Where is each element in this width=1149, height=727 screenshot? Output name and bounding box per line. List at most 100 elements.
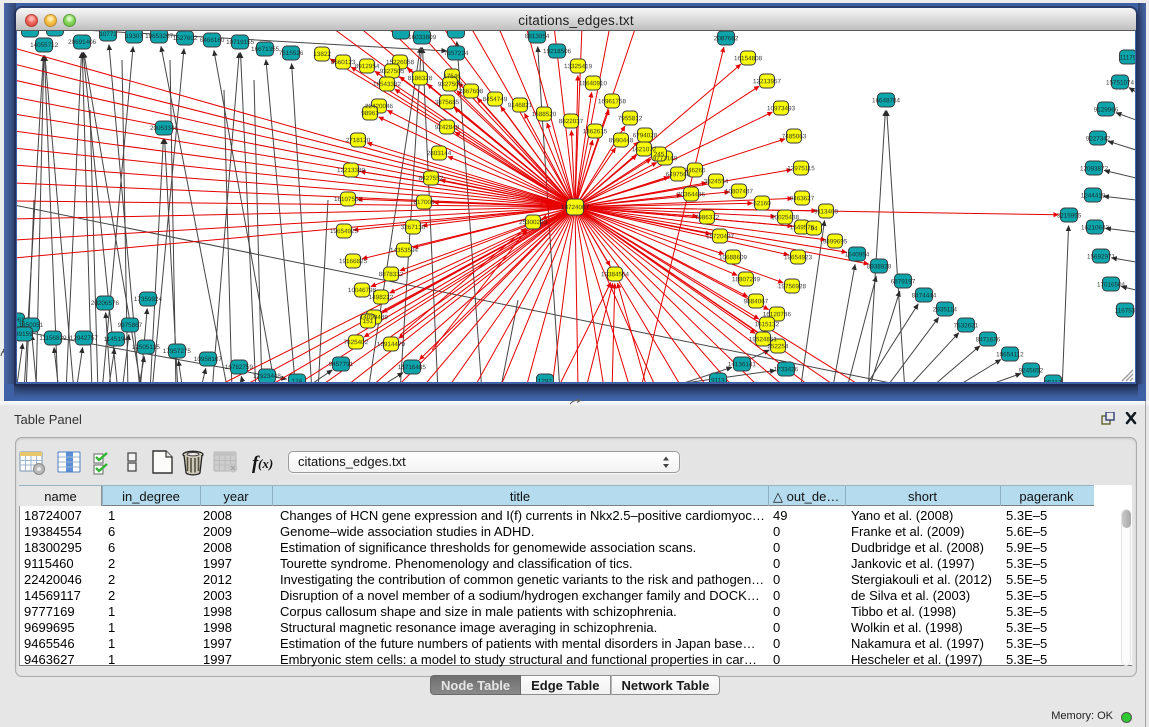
svg-text:116753: 116753 xyxy=(1115,307,1135,314)
svg-text:10653267: 10653267 xyxy=(145,33,174,40)
svg-text:17359924: 17359924 xyxy=(134,296,163,303)
svg-text:13822: 13822 xyxy=(313,51,331,58)
svg-text:7857224: 7857224 xyxy=(444,50,469,57)
svg-text:8660123: 8660123 xyxy=(331,59,356,66)
svg-text:16782759: 16782759 xyxy=(225,364,254,371)
svg-text:9242848: 9242848 xyxy=(435,124,460,131)
svg-text:19654925: 19654925 xyxy=(330,228,359,235)
svg-text:7625402: 7625402 xyxy=(344,339,369,346)
svg-text:2087682: 2087682 xyxy=(714,35,739,42)
svg-text:11175: 11175 xyxy=(1120,54,1135,61)
svg-text:1362615: 1362615 xyxy=(583,128,608,135)
svg-text:8474444: 8474444 xyxy=(912,292,937,299)
svg-text:10025438: 10025438 xyxy=(771,214,800,221)
svg-text:1145194: 1145194 xyxy=(104,336,129,343)
svg-text:6794028: 6794028 xyxy=(633,132,658,139)
svg-text:12505135: 12505135 xyxy=(132,344,161,351)
svg-text:9975867: 9975867 xyxy=(118,322,143,329)
svg-text:1244419: 1244419 xyxy=(1081,192,1106,199)
svg-text:12093872: 12093872 xyxy=(1080,165,1109,172)
svg-text:16961758: 16961758 xyxy=(598,98,627,105)
svg-text:14136141: 14136141 xyxy=(728,361,757,368)
svg-text:2718120: 2718120 xyxy=(346,137,371,144)
svg-text:17016504: 17016504 xyxy=(1097,281,1126,288)
svg-text:84: 84 xyxy=(810,225,818,232)
svg-text:18640910: 18640910 xyxy=(579,80,608,87)
svg-text:15751074: 15751074 xyxy=(1106,79,1135,86)
svg-text:16543382: 16543382 xyxy=(373,81,402,88)
svg-text:(x): (x) xyxy=(258,456,273,471)
svg-text:16120746: 16120746 xyxy=(763,311,792,318)
svg-text:245: 245 xyxy=(654,151,665,158)
svg-text:8427552: 8427552 xyxy=(419,175,444,182)
svg-text:8938928: 8938928 xyxy=(867,263,892,270)
svg-text:1292: 1292 xyxy=(538,378,553,382)
svg-text:18724007: 18724007 xyxy=(561,204,590,211)
svg-text:8186328: 8186328 xyxy=(408,75,433,82)
svg-text:18807249: 18807249 xyxy=(732,276,761,283)
svg-text:9227342: 9227342 xyxy=(1086,135,1111,142)
svg-text:39159: 39159 xyxy=(17,331,33,338)
svg-text:1498222: 1498222 xyxy=(369,294,394,301)
svg-text:12213967: 12213967 xyxy=(753,78,782,85)
svg-text:151: 151 xyxy=(363,318,374,325)
svg-text:10719155: 10719155 xyxy=(226,39,255,46)
svg-text:2867608: 2867608 xyxy=(459,88,484,95)
svg-text:1733426: 1733426 xyxy=(774,366,799,373)
svg-text:19384554: 19384554 xyxy=(601,271,630,278)
svg-text:11156829: 11156829 xyxy=(39,335,67,342)
svg-text:62160: 62160 xyxy=(753,200,771,207)
svg-text:15226058: 15226058 xyxy=(386,59,415,66)
svg-text:10958107: 10958107 xyxy=(194,356,223,363)
svg-text:98961: 98961 xyxy=(361,110,379,117)
svg-text:9146821: 9146821 xyxy=(508,102,533,109)
svg-text:3824554: 3824554 xyxy=(704,178,729,185)
svg-text:25300293: 25300293 xyxy=(519,219,548,226)
svg-text:19307: 19307 xyxy=(125,33,143,40)
svg-text:8454749: 8454749 xyxy=(483,96,508,103)
svg-text:9113468: 9113468 xyxy=(814,208,839,215)
svg-text:10688609: 10688609 xyxy=(719,254,748,261)
svg-text:7955812: 7955812 xyxy=(618,115,643,122)
svg-text:7515526: 7515526 xyxy=(279,50,304,57)
svg-text:9899695: 9899695 xyxy=(823,238,848,245)
svg-text:10046798: 10046798 xyxy=(348,287,377,294)
svg-text:13325419: 13325419 xyxy=(564,63,593,70)
svg-text:19166825: 19166825 xyxy=(339,258,368,265)
svg-text:14055712: 14055712 xyxy=(30,42,59,49)
svg-text:16210643: 16210643 xyxy=(1081,224,1110,231)
svg-text:1527602: 1527602 xyxy=(173,35,198,42)
svg-text:9327508: 9327508 xyxy=(438,81,463,88)
svg-text:20206576: 20206576 xyxy=(91,300,120,307)
svg-text:1588520: 1588520 xyxy=(532,111,557,118)
svg-text:1615132: 1615132 xyxy=(755,321,780,328)
svg-text:15716485: 15716485 xyxy=(398,364,427,371)
svg-text:6466160: 6466160 xyxy=(200,37,225,44)
svg-text:9113: 9113 xyxy=(711,377,725,382)
svg-text:7632621: 7632621 xyxy=(954,322,979,329)
svg-text:10772: 10772 xyxy=(99,31,117,38)
svg-text:9457791: 9457791 xyxy=(329,361,354,368)
svg-text:19654923: 19654923 xyxy=(784,254,813,261)
svg-text:16648784: 16648784 xyxy=(872,97,901,104)
svg-text:6879197: 6879197 xyxy=(891,278,916,285)
svg-text:8822037: 8822037 xyxy=(559,118,584,125)
svg-text:817006: 817006 xyxy=(413,199,435,206)
svg-text:12923448: 12923448 xyxy=(253,373,282,380)
svg-text:19756928: 19756928 xyxy=(778,283,807,290)
svg-text:7986372: 7986372 xyxy=(695,214,720,221)
svg-text:252254: 252254 xyxy=(767,343,789,350)
svg-text:12975115: 12975115 xyxy=(787,165,815,172)
svg-text:95113: 95113 xyxy=(1044,379,1062,382)
svg-text:20691406: 20691406 xyxy=(68,39,97,46)
svg-text:16033809: 16033809 xyxy=(408,34,437,41)
svg-text:9463627: 9463627 xyxy=(790,195,815,202)
svg-text:1850051: 1850051 xyxy=(19,322,44,329)
svg-text:8912954: 8912954 xyxy=(355,63,380,70)
svg-text:124: 124 xyxy=(292,378,303,382)
svg-text:3215955: 3215955 xyxy=(1057,212,1082,219)
svg-text:15692971: 15692971 xyxy=(1087,253,1116,260)
svg-text:22420046: 22420046 xyxy=(365,103,394,110)
svg-text:9129966: 9129966 xyxy=(1094,106,1119,113)
svg-text:15720407: 15720407 xyxy=(706,233,735,240)
